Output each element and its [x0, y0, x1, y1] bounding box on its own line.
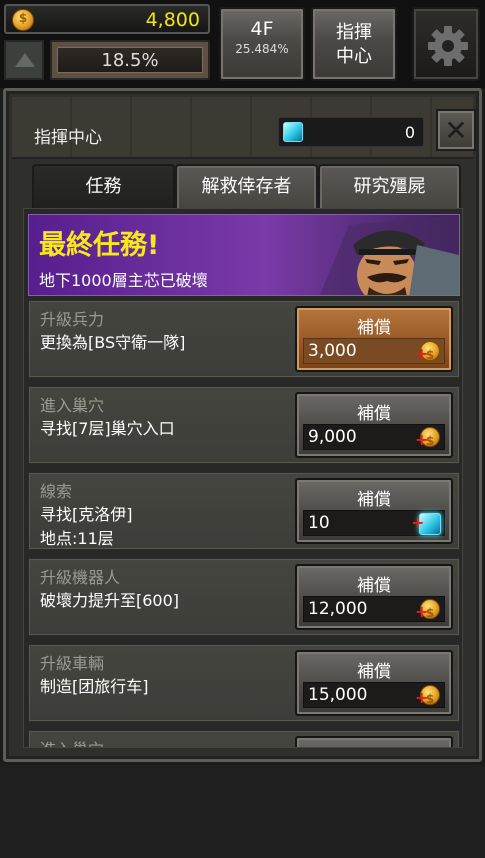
tab-missions[interactable]: 任務 [32, 164, 175, 210]
gear-icon [428, 26, 468, 66]
panel-title: 指揮中心 [34, 128, 102, 148]
reward-button[interactable]: 補償 10 + [295, 478, 453, 544]
reward-button[interactable]: 補償 12,000 + [295, 564, 453, 630]
reward-label: 補償 [357, 662, 391, 682]
reward-value-box: 12,000 + [303, 596, 445, 625]
final-mission-banner: 最終任務! 地下1000層主芯已破壞 [28, 214, 460, 296]
reward-amount: 10 [308, 513, 330, 533]
quest-description: 破壞力提升至[600] [40, 591, 180, 610]
quest-category: 進入巢穴 [40, 396, 105, 415]
reward-label: 補償 [357, 576, 391, 596]
reward-label: 補償 [297, 743, 451, 747]
quest-description: 更換為[BS守衛一隊] [40, 333, 186, 352]
command-label-line2: 中心 [336, 46, 372, 67]
reward-button[interactable]: 補償 9,000 + [295, 392, 453, 458]
arrow-up-icon [15, 53, 35, 67]
quest-row: 升級機器人 破壞力提升至[600] 補償 12,000 + [28, 558, 460, 636]
coin-plus-icon: + [415, 427, 440, 453]
reward-button[interactable]: 補償 3,000 + [295, 306, 453, 372]
reward-label: 補償 [357, 318, 391, 338]
gem-icon [283, 122, 303, 142]
progress-display: 18.5% [50, 40, 210, 80]
close-button[interactable]: ✕ [436, 109, 476, 151]
quest-category: 升級兵力 [40, 310, 105, 329]
reward-button[interactable]: 補償 [295, 736, 453, 747]
tab-rescue-survivors[interactable]: 解救倖存者 [175, 164, 318, 210]
reward-value-box: 15,000 + [303, 682, 445, 711]
quest-desc-line1: 寻找[克洛伊] [40, 505, 133, 524]
quest-desc-line2: 地点:11层 [40, 529, 114, 548]
coin-plus-icon: + [415, 685, 440, 711]
reward-value-box: 9,000 + [303, 424, 445, 453]
gold-counter: 4,800 [4, 4, 210, 34]
commander-portrait-icon [319, 215, 459, 295]
gem-amount: 0 [404, 123, 415, 142]
quest-row: 進入巢穴 寻找[7层]巢穴入口 補償 9,000 + [28, 386, 460, 464]
quest-row: 線索 寻找[克洛伊] 地点:11层 補償 10 + [28, 472, 460, 550]
quest-row: 升級兵力 更換為[BS守衛一隊] 補償 3,000 + [28, 300, 460, 378]
quest-category: 升級機器人 [40, 568, 121, 587]
reward-amount: 9,000 [308, 427, 357, 447]
reward-value-box: 3,000 + [303, 338, 445, 367]
reward-button[interactable]: 補償 15,000 + [295, 650, 453, 716]
banner-subtitle: 地下1000層主芯已破壞 [39, 271, 208, 290]
quest-category: 線索 [40, 482, 73, 501]
quest-row: 進入巢穴 補償 [28, 730, 460, 747]
reward-label: 補償 [357, 404, 391, 424]
coin-plus-icon: + [415, 341, 440, 367]
reward-amount: 12,000 [308, 599, 368, 619]
coin-plus-icon: + [415, 599, 440, 625]
mission-list[interactable]: 最終任務! 地下1000層主芯已破壞 升級兵力 更換為[BS守衛一隊] 補償 3… [23, 208, 463, 748]
banner-title: 最終任務! [39, 230, 160, 261]
reward-amount: 15,000 [308, 685, 368, 705]
settings-button[interactable] [412, 7, 480, 81]
command-label-line1: 指揮 [336, 22, 372, 43]
reward-amount: 3,000 [308, 341, 357, 361]
reward-label: 補償 [357, 490, 391, 510]
top-hud: 4,800 18.5% 4F 25.484% 指揮 中心 [0, 0, 485, 88]
reward-value-box: 10 + [303, 510, 445, 536]
quest-category: 進入巢穴 [40, 736, 104, 747]
quest-description: 制造[团旅行车] [40, 677, 149, 696]
quest-description: 寻找[克洛伊] 地点:11层 [40, 503, 133, 551]
gold-amount: 4,800 [145, 9, 200, 31]
bottom-area [0, 765, 485, 858]
quest-category: 升級車輛 [40, 654, 105, 673]
floor-label: 4F [250, 18, 274, 40]
quest-description: 寻找[7层]巢穴入口 [40, 419, 175, 438]
floor-percent: 25.484% [235, 42, 289, 56]
gem-plus-icon: + [411, 510, 442, 536]
panel-title-bar: 指揮中心 0 ✕ [12, 97, 476, 159]
quest-row: 升級車輛 制造[团旅行车] 補償 15,000 + [28, 644, 460, 722]
tab-research-zombies[interactable]: 研究殭屍 [318, 164, 461, 210]
close-icon: ✕ [444, 114, 468, 147]
floor-button[interactable]: 4F 25.484% [219, 7, 305, 81]
arrow-up-button[interactable] [4, 40, 44, 80]
command-center-panel: 指揮中心 0 ✕ 任務 解救倖存者 研究殭屍 最終任務! 地下1000層主芯已破… [3, 88, 482, 762]
progress-percent: 18.5% [57, 47, 203, 73]
gem-counter: 0 [278, 117, 424, 147]
coin-icon [12, 9, 34, 31]
command-center-button[interactable]: 指揮 中心 [311, 7, 397, 81]
